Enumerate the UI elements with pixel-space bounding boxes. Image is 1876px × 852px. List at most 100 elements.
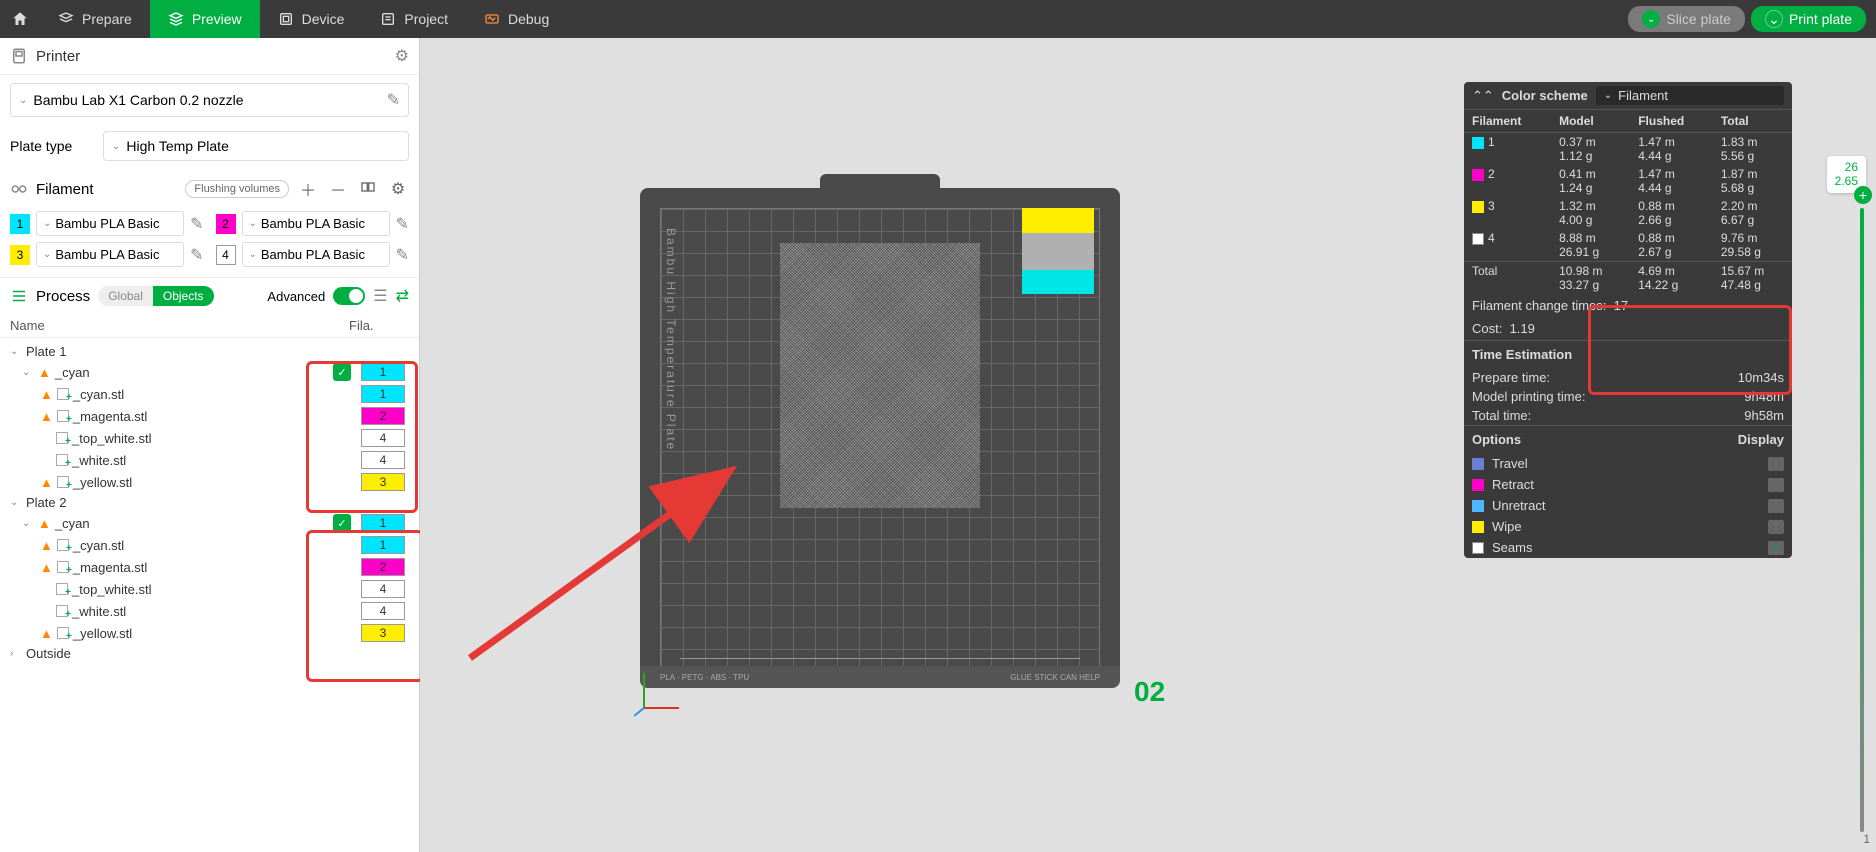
file-icon	[57, 627, 69, 639]
remove-filament-button[interactable]: －	[327, 177, 349, 201]
visibility-checkbox[interactable]: ✓	[333, 514, 351, 532]
filament-assign[interactable]: 4	[361, 602, 405, 620]
option-label: Travel	[1492, 456, 1760, 471]
sync-ams-button[interactable]	[357, 179, 379, 200]
filament-assign[interactable]: 3	[361, 624, 405, 642]
option-label: Retract	[1492, 477, 1760, 492]
filament-selector[interactable]: ⌄Bambu PLA Basic	[36, 242, 184, 267]
display-checkbox[interactable]	[1768, 499, 1784, 513]
model-time-label: Model printing time:	[1472, 389, 1744, 404]
gear-icon[interactable]: ⚙	[387, 179, 409, 199]
filament-grid: 1 ⌄Bambu PLA Basic ✎ 2 ⌄Bambu PLA Basic …	[0, 207, 419, 277]
filament-assign[interactable]: 1	[361, 514, 405, 532]
collapse-icon[interactable]: ⌃⌃	[1472, 88, 1494, 104]
color-scheme-selector[interactable]: ⌄ Filament	[1596, 86, 1784, 105]
chevron-down-icon[interactable]: ⌄	[1642, 10, 1660, 28]
filament-section-header: Filament Flushing volumes ＋ － ⚙	[0, 167, 419, 207]
filament-assign[interactable]: 4	[361, 580, 405, 598]
plate-type-selector[interactable]: ⌄ High Temp Plate	[103, 131, 409, 161]
compare-icon[interactable]: ⇄	[396, 286, 409, 306]
edit-icon[interactable]: ✎	[190, 214, 203, 234]
object-row[interactable]: _white.stl 4	[4, 449, 415, 471]
advanced-toggle[interactable]	[333, 287, 365, 305]
display-checkbox[interactable]	[1768, 457, 1784, 471]
filament-assign[interactable]: 1	[361, 363, 405, 381]
object-row[interactable]: ▲ _yellow.stl 3	[4, 622, 415, 644]
add-filament-button[interactable]: ＋	[297, 177, 319, 201]
tab-preview[interactable]: Preview	[150, 0, 260, 38]
filament-selector[interactable]: ⌄Bambu PLA Basic	[242, 242, 390, 267]
prepare-time-label: Prepare time:	[1472, 370, 1738, 385]
add-pause-button[interactable]: +	[1854, 186, 1872, 204]
object-row[interactable]: ▲ _yellow.stl 3	[4, 471, 415, 493]
process-scope-toggle[interactable]: Global Objects	[98, 286, 213, 306]
display-checkbox[interactable]	[1768, 541, 1784, 555]
edit-icon[interactable]: ✎	[387, 90, 400, 110]
global-option[interactable]: Global	[98, 286, 153, 306]
filament-assign[interactable]: 2	[361, 407, 405, 425]
object-row[interactable]: _top_white.stl 4	[4, 578, 415, 600]
cost-value: 1.19	[1510, 321, 1535, 336]
edit-icon[interactable]: ✎	[190, 245, 203, 265]
print-plate-button[interactable]: ⌄ Print plate	[1751, 6, 1866, 32]
layer-slider[interactable]	[1860, 208, 1864, 832]
edit-icon[interactable]: ✎	[396, 245, 409, 265]
filament-item: 4 ⌄Bambu PLA Basic ✎	[216, 242, 410, 267]
print-object[interactable]	[780, 243, 980, 508]
tab-device[interactable]: Device	[260, 0, 363, 38]
tab-label: Debug	[508, 11, 549, 27]
object-row[interactable]: ▲ _cyan.stl 1	[4, 534, 415, 556]
tree-header: Name Fila.	[0, 314, 419, 338]
chevron-down-icon[interactable]: ⌄	[1765, 10, 1783, 28]
panel-title: Color scheme	[1502, 88, 1588, 103]
edit-icon[interactable]: ✎	[396, 214, 409, 234]
display-checkbox[interactable]	[1768, 478, 1784, 492]
object-row[interactable]: _white.stl 4	[4, 600, 415, 622]
printer-selector[interactable]: ⌄ Bambu Lab X1 Carbon 0.2 nozzle ✎	[10, 83, 409, 117]
home-button[interactable]	[0, 0, 40, 38]
filament-assign[interactable]: 1	[361, 536, 405, 554]
display-checkbox[interactable]	[1768, 520, 1784, 534]
section-title: Printer	[36, 48, 387, 65]
outside-row[interactable]: ›Outside	[4, 644, 415, 663]
filament-selector[interactable]: ⌄Bambu PLA Basic	[36, 211, 184, 236]
plate-row[interactable]: ⌄Plate 1	[4, 342, 415, 361]
filament-selector[interactable]: ⌄Bambu PLA Basic	[242, 211, 390, 236]
filament-icon	[10, 180, 28, 198]
filament-assign[interactable]: 1	[361, 385, 405, 403]
group-row[interactable]: ⌄▲_cyan ✓ 1	[4, 512, 415, 534]
tab-prepare[interactable]: Prepare	[40, 0, 150, 38]
col-total: Total	[1713, 110, 1792, 133]
option-label: Seams	[1492, 540, 1760, 555]
slice-plate-button[interactable]: ⌄ Slice plate	[1628, 6, 1745, 32]
list-view-icon[interactable]: ☰	[373, 286, 387, 306]
filament-swatch[interactable]: 1	[10, 214, 30, 234]
filament-assign[interactable]: 2	[361, 558, 405, 576]
object-row[interactable]: _top_white.stl 4	[4, 427, 415, 449]
objects-option[interactable]: Objects	[153, 286, 214, 306]
filament-swatch[interactable]: 2	[216, 214, 236, 234]
cost-label: Cost:	[1472, 321, 1502, 336]
filament-assign[interactable]: 4	[361, 451, 405, 469]
plate-row[interactable]: ⌄Plate 2	[4, 493, 415, 512]
display-option-row: Wipe	[1464, 516, 1792, 537]
tab-debug[interactable]: Debug	[466, 0, 567, 38]
filament-swatch[interactable]: 3	[10, 245, 30, 265]
flushing-volumes-button[interactable]: Flushing volumes	[185, 180, 289, 198]
filament-swatch[interactable]: 4	[216, 245, 236, 265]
slider-bot-value: 2.65	[1835, 174, 1858, 188]
group-row[interactable]: ⌄▲_cyan ✓ 1	[4, 361, 415, 383]
purge-tower[interactable]	[1022, 208, 1094, 296]
file-icon	[57, 561, 69, 573]
visibility-checkbox[interactable]: ✓	[333, 363, 351, 381]
object-row[interactable]: ▲ _cyan.stl 1	[4, 383, 415, 405]
object-row[interactable]: ▲ _magenta.stl 2	[4, 405, 415, 427]
filament-assign[interactable]: 4	[361, 429, 405, 447]
tab-label: Project	[404, 11, 448, 27]
filament-assign[interactable]: 3	[361, 473, 405, 491]
gear-icon[interactable]: ⚙	[395, 46, 409, 66]
3d-viewport[interactable]: Bambu High Temperature Plate PLA · PETG …	[420, 38, 1876, 852]
object-row[interactable]: ▲ _magenta.stl 2	[4, 556, 415, 578]
tab-project[interactable]: Project	[362, 0, 466, 38]
printer-name: Bambu Lab X1 Carbon 0.2 nozzle	[33, 92, 380, 108]
